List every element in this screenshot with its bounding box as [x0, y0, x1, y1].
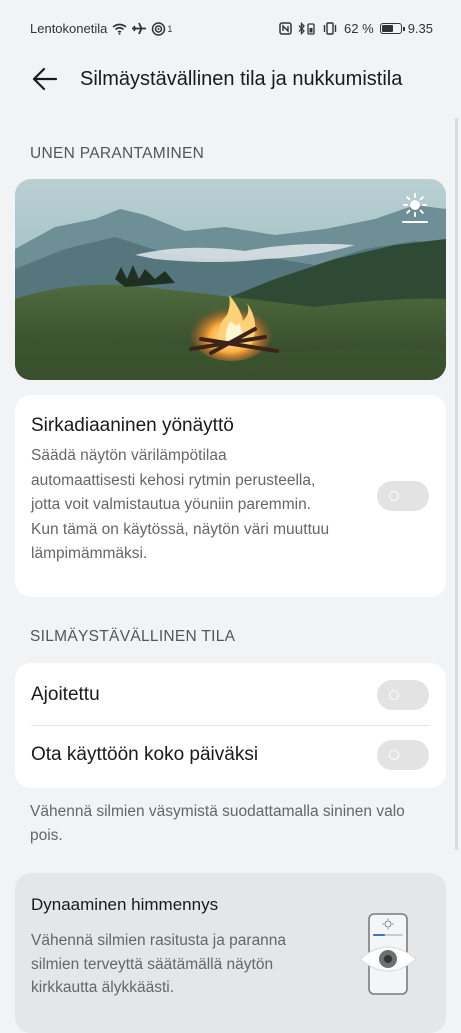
wifi-icon	[112, 23, 127, 35]
arrow-left-icon[interactable]	[30, 64, 60, 94]
bluetooth-battery-icon	[298, 22, 315, 35]
all-day-label: Ota käyttöön koko päiväksi	[31, 744, 259, 765]
dynamic-dimming-description: Vähennä silmien rasitusta ja paranna sil…	[31, 932, 287, 996]
page-title: Silmäystävällinen tila ja nukkumistila	[80, 68, 403, 90]
hotspot-count: 1	[167, 23, 173, 34]
hero-image	[15, 179, 446, 380]
eye-comfort-hint: Vähennä silmien väsymistä suodattamalla …	[30, 803, 405, 844]
dynamic-dimming-card[interactable]: Dynaaminen himmennys Vähennä silmien ras…	[15, 873, 446, 1033]
section-header-sleep: UNEN PARANTAMINEN	[30, 145, 205, 162]
battery-icon	[379, 23, 405, 34]
scheduled-label: Ajoitettu	[31, 684, 100, 705]
airplane-icon	[132, 22, 147, 35]
phone-eye-icon	[359, 913, 417, 995]
campfire-landscape-illustration	[15, 179, 446, 380]
clock: 9.35	[407, 21, 433, 36]
toggle-knob	[389, 491, 399, 501]
toggle-knob	[389, 690, 399, 700]
vibrate-icon	[323, 22, 337, 35]
scrollbar[interactable]	[455, 118, 458, 850]
scheduled-toggle[interactable]	[377, 680, 429, 710]
circadian-toggle[interactable]	[377, 481, 429, 511]
divider	[31, 725, 430, 726]
status-bar: Lentokonetila 1 62 % 9.35	[0, 0, 461, 56]
nfc-icon	[279, 22, 292, 35]
status-left: Lentokonetila 1	[30, 21, 172, 36]
circadian-title: Sirkadiaaninen yönäyttö	[31, 415, 234, 436]
circadian-card[interactable]: Sirkadiaaninen yönäyttö Säädä näytön vär…	[15, 395, 446, 597]
brightness-icon[interactable]	[400, 191, 430, 225]
battery-percent: 62 %	[344, 21, 374, 36]
toggle-knob	[389, 750, 399, 760]
section-header-eye-comfort: SILMÄYSTÄVÄLLINEN TILA	[30, 628, 236, 645]
hotspot-icon	[152, 21, 166, 36]
battery-level	[381, 25, 393, 32]
status-right: 62 % 9.35	[279, 21, 433, 36]
app-bar: Silmäystävällinen tila ja nukkumistila	[0, 56, 461, 102]
eye-comfort-card: Ajoitettu Ota käyttöön koko päiväksi	[15, 663, 446, 788]
dynamic-dimming-title: Dynaaminen himmennys	[31, 895, 219, 914]
circadian-description: Säädä näytön värilämpötilaa automaattise…	[31, 447, 330, 562]
all-day-toggle[interactable]	[377, 740, 429, 770]
carrier-label: Lentokonetila	[30, 21, 108, 36]
